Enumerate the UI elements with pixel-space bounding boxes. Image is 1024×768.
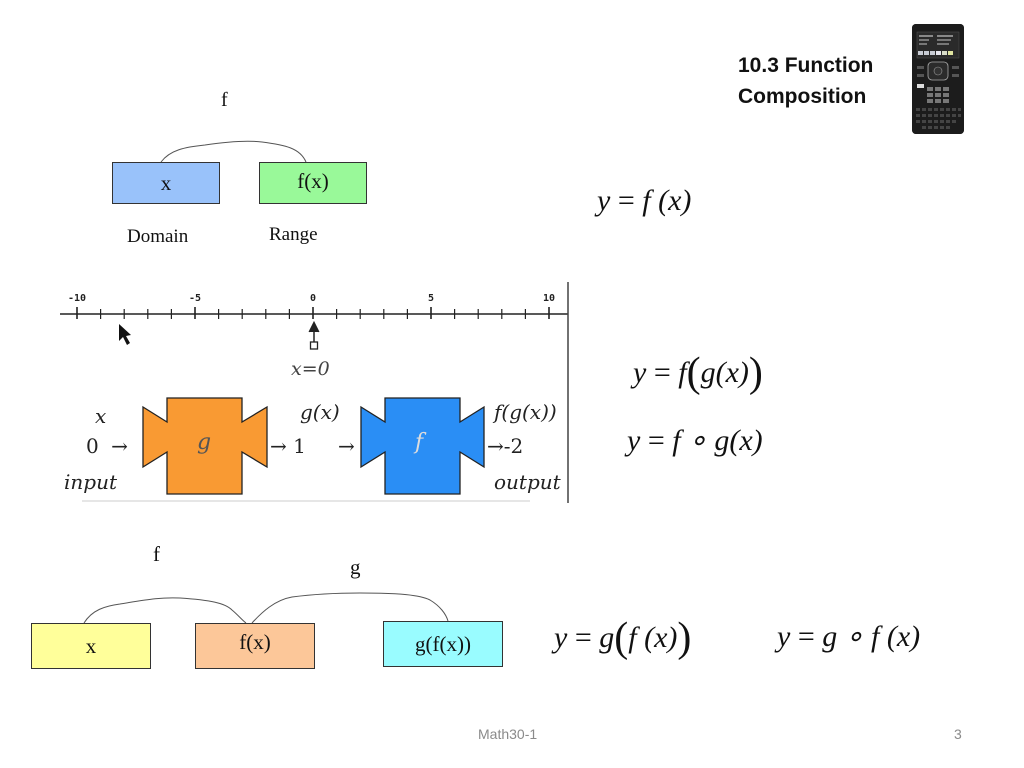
f-of-x-box: f(x) (195, 623, 315, 669)
equation-y-equals-g-compose-f: y = g ∘ f (x) (777, 619, 920, 654)
composition-g-label: g (350, 555, 361, 579)
g-of-f-of-x-box: g(f(x)) (383, 621, 503, 667)
footer-page-number: 3 (954, 726, 962, 742)
footer-course: Math30-1 (478, 726, 538, 742)
number-line-tick-label: 10 (543, 293, 556, 304)
equation-y-equals-g-of-f-of-x: y = g(f (x)) (554, 615, 692, 661)
eq4-outer-function: g (599, 621, 615, 654)
number-line-tick-label: 0 (310, 293, 317, 304)
composition-f-label: f (153, 542, 160, 566)
x-box: x (31, 623, 151, 669)
g-arc (251, 592, 449, 624)
number-line-tick-label: 5 (428, 293, 435, 304)
f-arc (83, 597, 247, 624)
eq5-lhs: y (777, 620, 791, 653)
eq4-inner: f (x) (628, 621, 678, 654)
number-line-tick-label: -10 (68, 293, 87, 304)
eq5-equals: = (797, 620, 815, 653)
eq5-rhs: g ∘ f (x) (822, 620, 921, 653)
number-line-tick-label: -5 (189, 293, 202, 304)
eq4-equals: = (574, 621, 592, 654)
eq4-lhs: y (554, 621, 568, 654)
